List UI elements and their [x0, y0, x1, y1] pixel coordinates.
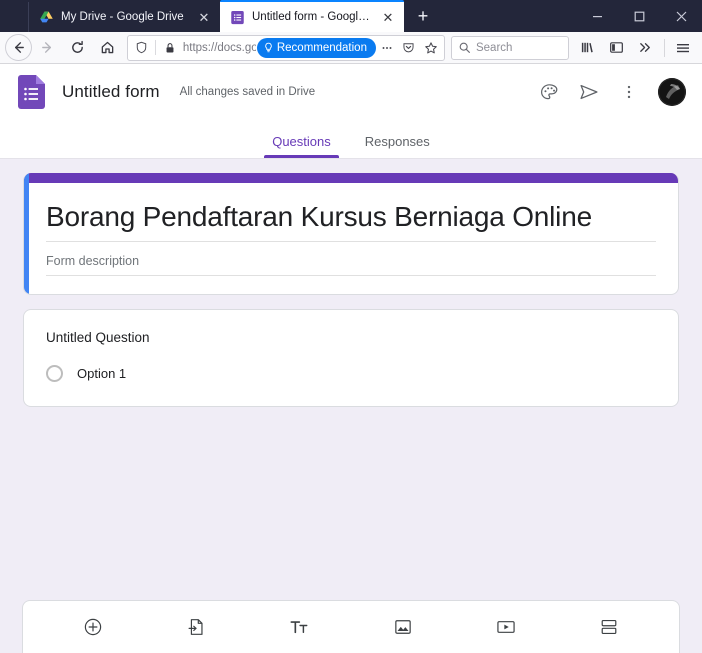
- forward-button[interactable]: [34, 35, 62, 61]
- close-icon: [676, 11, 686, 21]
- search-bar[interactable]: Search: [450, 35, 569, 60]
- add-video-button[interactable]: [487, 608, 525, 646]
- url-bar[interactable]: https://docs.go Recommendation: [126, 34, 445, 61]
- tracking-protection-icon: [136, 41, 147, 54]
- option-row[interactable]: Option 1: [46, 365, 656, 382]
- user-avatar: [658, 78, 686, 106]
- save-to-pocket-button[interactable]: [398, 37, 420, 59]
- window-controls: [576, 0, 702, 32]
- sidebar-button[interactable]: [603, 35, 631, 61]
- sidebar-icon: [610, 42, 624, 53]
- browser-tab-my-drive[interactable]: My Drive - Google Drive ✕: [28, 2, 220, 32]
- radio-button-icon[interactable]: [46, 365, 63, 382]
- import-document-icon: [188, 619, 203, 635]
- minimize-button[interactable]: [576, 0, 618, 32]
- maximize-button[interactable]: [618, 0, 660, 32]
- add-image-button[interactable]: [384, 608, 422, 646]
- tab-responses[interactable]: Responses: [357, 134, 438, 158]
- form-title-card[interactable]: Borang Pendaftaran Kursus Berniaga Onlin…: [23, 173, 679, 295]
- overflow-button[interactable]: [632, 35, 660, 61]
- browser-nav-bar: https://docs.go Recommendation Search: [0, 32, 702, 64]
- google-forms-logo[interactable]: [18, 75, 46, 109]
- home-icon: [101, 41, 113, 54]
- toolbar-divider: [663, 38, 665, 57]
- section-split-icon: [601, 619, 617, 635]
- google-drive-icon: [40, 11, 53, 22]
- add-item-toolbar: [22, 600, 680, 653]
- double-chevron-icon: [640, 43, 651, 52]
- navbar-right-actions: [574, 35, 697, 61]
- browser-tab-bar: My Drive - Google Drive ✕ Untitled form …: [0, 0, 702, 32]
- forms-header-actions: [536, 78, 686, 106]
- recommendation-pill[interactable]: Recommendation: [256, 37, 376, 58]
- library-button[interactable]: [574, 35, 602, 61]
- app-menu-button[interactable]: [669, 35, 697, 61]
- form-section-tabs: Questions Responses: [0, 120, 702, 159]
- close-window-button[interactable]: [660, 0, 702, 32]
- selected-indicator: [24, 173, 29, 294]
- close-icon[interactable]: ✕: [196, 9, 212, 25]
- library-icon: [582, 42, 594, 53]
- palette-icon: [540, 83, 557, 99]
- form-title-field[interactable]: Untitled form: [62, 82, 160, 102]
- import-questions-button[interactable]: [177, 608, 215, 646]
- pocket-icon: [403, 43, 415, 53]
- tracking-protection-button[interactable]: [131, 37, 152, 59]
- site-security-button[interactable]: [159, 37, 180, 59]
- ellipsis-icon: [382, 46, 392, 49]
- url-text: https://docs.go: [182, 41, 256, 54]
- minimize-icon: [592, 15, 602, 17]
- url-bar-actions: [376, 37, 442, 59]
- form-description-input[interactable]: Form description: [46, 242, 656, 276]
- forward-arrow-icon: [42, 42, 52, 53]
- form-title-input[interactable]: Borang Pendaftaran Kursus Berniaga Onlin…: [46, 199, 656, 242]
- add-title-description-button[interactable]: [280, 608, 318, 646]
- tab-questions[interactable]: Questions: [264, 134, 339, 158]
- bookmark-button[interactable]: [420, 37, 442, 59]
- video-icon: [497, 621, 515, 633]
- more-options-button[interactable]: [616, 79, 642, 105]
- tab-title: Untitled form - Google Forms: [252, 11, 373, 23]
- forms-app-header: Untitled form All changes saved in Drive: [0, 64, 702, 120]
- tab-title: My Drive - Google Drive: [61, 11, 184, 23]
- padlock-icon: [166, 42, 174, 52]
- send-icon: [580, 84, 598, 100]
- back-arrow-icon: [14, 42, 24, 53]
- question-card[interactable]: Untitled Question Option 1: [23, 309, 679, 407]
- google-forms-icon: [231, 10, 244, 24]
- hamburger-menu-icon: [676, 43, 689, 52]
- plus-circle-icon: [84, 618, 101, 636]
- maximize-icon: [634, 11, 644, 21]
- reload-button[interactable]: [64, 35, 92, 61]
- search-icon: [459, 42, 470, 53]
- image-icon: [394, 620, 411, 634]
- text-tt-icon: [290, 621, 308, 634]
- three-dot-menu-icon: [627, 85, 631, 99]
- browser-window: My Drive - Google Drive ✕ Untitled form …: [0, 0, 702, 653]
- form-canvas: Borang Pendaftaran Kursus Berniaga Onlin…: [0, 159, 702, 653]
- save-status: All changes saved in Drive: [179, 86, 316, 98]
- browser-tab-untitled-form[interactable]: Untitled form - Google Forms ✕: [220, 0, 404, 32]
- home-button[interactable]: [93, 35, 121, 61]
- add-section-button[interactable]: [590, 608, 628, 646]
- reload-icon: [71, 40, 83, 53]
- customize-theme-button[interactable]: [536, 79, 562, 105]
- question-title[interactable]: Untitled Question: [46, 330, 656, 345]
- back-button[interactable]: [5, 34, 32, 61]
- avatar[interactable]: [658, 78, 686, 106]
- url-divider: [155, 40, 157, 55]
- page-actions-button[interactable]: [376, 37, 398, 59]
- lightbulb-icon: [265, 42, 272, 53]
- add-question-button[interactable]: [74, 608, 112, 646]
- star-icon: [425, 41, 437, 53]
- send-form-button[interactable]: [576, 79, 602, 105]
- new-tab-button[interactable]: +: [408, 1, 438, 31]
- option-label[interactable]: Option 1: [77, 366, 126, 381]
- close-icon[interactable]: ✕: [380, 9, 396, 25]
- theme-color-band: [24, 173, 678, 183]
- recommendation-label: Recommendation: [276, 41, 367, 54]
- search-input[interactable]: Search: [476, 42, 512, 54]
